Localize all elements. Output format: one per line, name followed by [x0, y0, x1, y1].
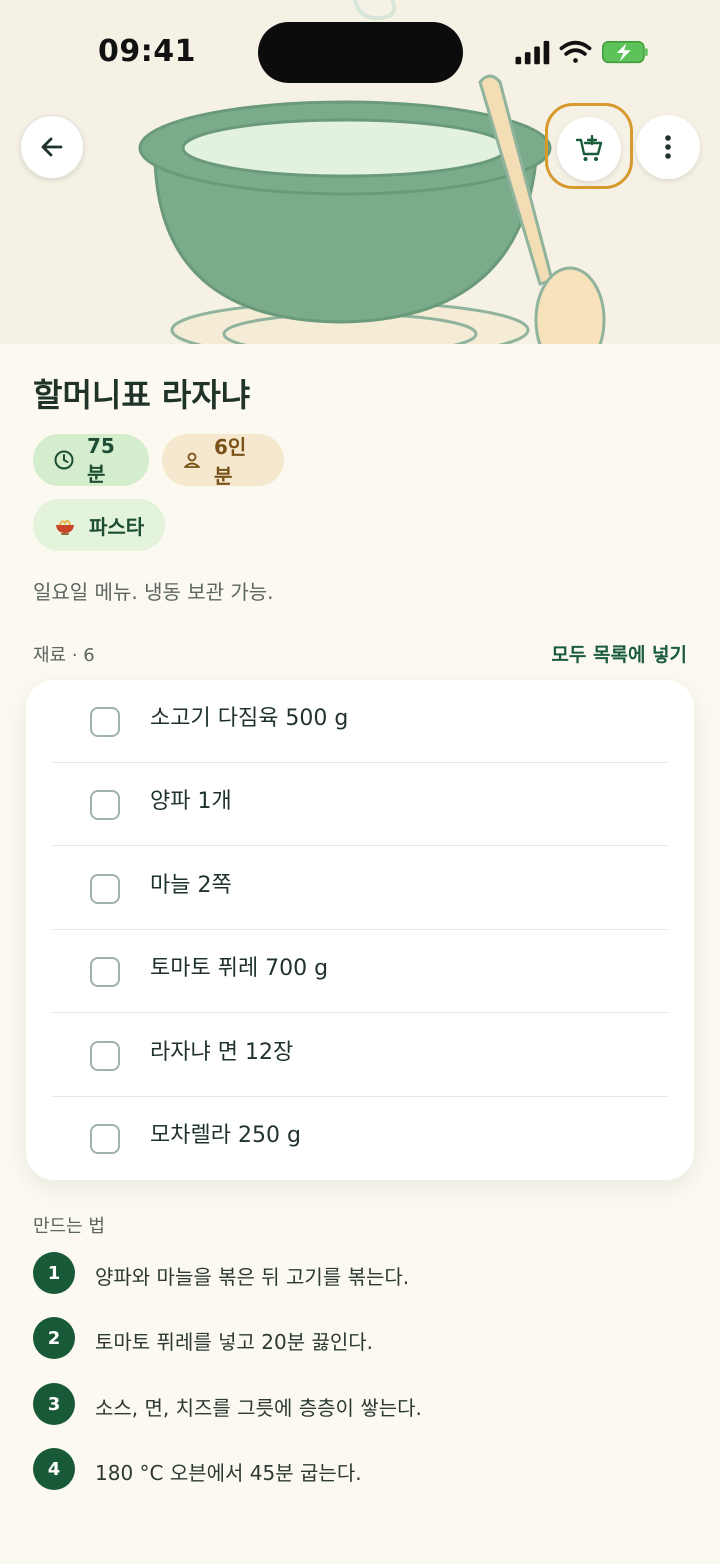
step-text: 토마토 퓌레를 넣고 20분 끓인다. [95, 1330, 374, 1354]
category-label: 파스타 [89, 514, 145, 539]
ingredient-checkbox[interactable] [90, 1041, 120, 1071]
back-button[interactable] [20, 115, 84, 179]
ingredient-label: 양파 1개 [150, 789, 232, 814]
ingredient-row[interactable]: 마늘 2쪽 [52, 847, 668, 930]
ingredient-row[interactable]: 토마토 퓌레 700 g [52, 930, 668, 1013]
step-text: 소스, 면, 치즈를 그릇에 층층이 쌓는다. [95, 1396, 422, 1420]
status-bar: 09:41 [0, 0, 720, 100]
step-text: 양파와 마늘을 볶은 뒤 고기를 볶는다. [95, 1265, 410, 1289]
cart-plus-icon [575, 134, 603, 161]
battery-charging-icon [601, 41, 648, 64]
step-item: 2 토마토 퓌레를 넣고 20분 끓인다. [33, 1317, 693, 1361]
divider [52, 1012, 668, 1013]
category-chip: 파스타 [33, 499, 165, 551]
more-vertical-icon [665, 135, 671, 159]
step-number: 3 [33, 1383, 75, 1425]
ingredient-row[interactable]: 양파 1개 [52, 763, 668, 846]
step-item: 1 양파와 마늘을 볶은 뒤 고기를 볶는다. [33, 1252, 693, 1296]
ingredient-row[interactable]: 모차렐라 250 g [52, 1097, 668, 1180]
ingredient-checkbox[interactable] [90, 957, 120, 987]
status-icons [515, 40, 648, 65]
ingredient-label: 마늘 2쪽 [150, 873, 232, 898]
ingredient-checkbox[interactable] [90, 874, 120, 904]
divider [52, 845, 668, 846]
step-text: 180 °C 오븐에서 45분 굽는다. [95, 1461, 362, 1485]
arrow-left-icon [41, 137, 63, 157]
ingredient-checkbox[interactable] [90, 790, 120, 820]
signal-icon [515, 40, 550, 65]
ingredient-row[interactable]: 소고기 다짐육 500 g [52, 680, 668, 763]
pasta-bowl-icon [53, 513, 77, 537]
steps-heading: 만드는 법 [33, 1216, 105, 1237]
servings-label: 6인분 [214, 435, 247, 488]
step-number: 2 [33, 1317, 75, 1359]
ingredients-heading: 재료 · 6 [33, 645, 95, 666]
person-icon [182, 450, 202, 470]
servings-chip: 6인분 [162, 434, 284, 488]
recipe-title: 할머니표 라자냐 [33, 376, 251, 414]
ingredient-label: 소고기 다짐육 500 g [150, 706, 349, 731]
ingredient-label: 토마토 퓌레 700 g [150, 956, 329, 981]
step-number: 1 [33, 1252, 75, 1294]
recipe-description: 일요일 메뉴. 냉동 보관 가능. [33, 580, 274, 604]
ingredient-checkbox[interactable] [90, 1124, 120, 1154]
step-item: 4 180 °C 오븐에서 45분 굽는다. [33, 1448, 693, 1492]
wifi-icon [559, 40, 592, 63]
add-all-to-list-button[interactable]: 모두 목록에 넣기 [551, 640, 687, 667]
clock-icon [53, 449, 75, 471]
step-item: 3 소스, 면, 치즈를 그릇에 층층이 쌓는다. [33, 1383, 693, 1427]
ingredient-label: 라자냐 면 12장 [150, 1040, 294, 1065]
cook-time-chip: 75분 [33, 434, 149, 486]
ingredient-checkbox[interactable] [90, 707, 120, 737]
ingredient-label: 모차렐라 250 g [150, 1123, 301, 1148]
more-options-button[interactable] [636, 115, 700, 179]
ingredient-row[interactable]: 라자냐 면 12장 [52, 1014, 668, 1097]
status-time: 09:41 [98, 34, 196, 69]
ingredients-card: 소고기 다짐육 500 g 양파 1개 마늘 2쪽 토마토 퓌레 700 g 라… [26, 680, 694, 1180]
step-number: 4 [33, 1448, 75, 1490]
dynamic-island [258, 22, 463, 83]
add-to-cart-button[interactable] [557, 117, 621, 181]
cook-time-label: 75분 [87, 433, 115, 486]
